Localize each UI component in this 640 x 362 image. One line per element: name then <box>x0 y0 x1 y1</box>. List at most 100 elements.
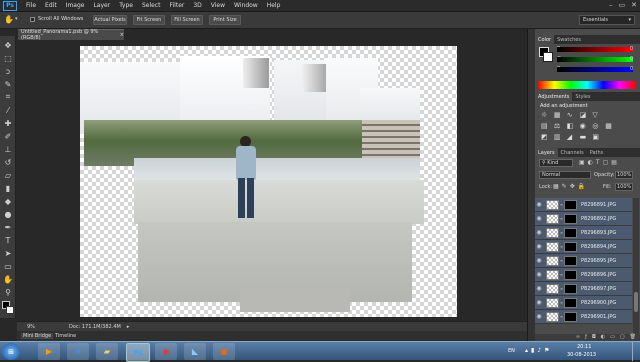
flag-icon[interactable]: ⚑ <box>544 347 552 354</box>
status-menu-icon[interactable]: ▸ <box>127 324 130 330</box>
layer-row[interactable]: ◉ ∞ P8296893.JPG <box>535 226 632 240</box>
minimize-button[interactable]: – <box>609 1 613 9</box>
opacity-input[interactable]: 100% <box>615 171 634 179</box>
add-mask-icon[interactable]: ◘ <box>592 334 596 341</box>
layer-mask-thumbnail[interactable] <box>564 241 577 252</box>
bw-icon[interactable]: ◧ <box>567 122 580 130</box>
g-value[interactable]: 0 <box>630 56 633 62</box>
crop-tool-icon[interactable]: ⌗ <box>3 92 13 102</box>
panorama-canvas[interactable] <box>80 46 457 317</box>
workspace-select[interactable]: Essentials ▾ <box>579 15 635 25</box>
background-color-swatch[interactable] <box>543 52 553 62</box>
visibility-eye-icon[interactable]: ◉ <box>535 243 543 250</box>
menu-type[interactable]: Type <box>119 2 133 9</box>
g-slider[interactable] <box>557 57 633 62</box>
lasso-tool-icon[interactable]: ↄ <box>3 66 13 76</box>
scrollbar-thumb[interactable] <box>634 292 638 312</box>
visibility-eye-icon[interactable]: ◉ <box>535 271 543 278</box>
color-lookup-icon[interactable]: ▦ <box>605 122 618 130</box>
tab-styles[interactable]: Styles <box>572 92 593 101</box>
blend-mode-select[interactable]: Normal <box>539 171 591 179</box>
layer-mask-thumbnail[interactable] <box>564 213 577 224</box>
layer-row[interactable]: ◉ ∞ P8296892.JPG <box>535 212 632 226</box>
type-filter-icon[interactable]: T <box>596 159 603 166</box>
trash-icon[interactable]: 🗑 <box>630 334 636 341</box>
menu-view[interactable]: View <box>211 2 225 9</box>
levels-icon[interactable]: ▦ <box>554 111 567 119</box>
photo-filter-icon[interactable]: ◉ <box>580 122 593 130</box>
taskbar-media-player[interactable]: ▶ <box>38 343 60 360</box>
pixel-filter-icon[interactable]: ▣ <box>579 159 588 166</box>
visibility-eye-icon[interactable]: ◉ <box>535 201 543 208</box>
document-tab[interactable]: Untitled_Panorama1.psb @ 9% (RGB/8) × <box>18 29 124 41</box>
tab-color[interactable]: Color <box>535 35 555 44</box>
eyedropper-tool-icon[interactable]: ⁄ <box>3 105 13 115</box>
tab-layers[interactable]: Layers <box>535 148 558 157</box>
blur-tool-icon[interactable]: ◆ <box>3 196 13 206</box>
gradient-map-icon[interactable]: ▬ <box>580 133 593 141</box>
taskbar-office[interactable]: ▣ <box>213 343 235 360</box>
lock-transparency-icon[interactable]: ▦ <box>553 183 562 190</box>
vibrance-icon[interactable]: ▽ <box>592 111 605 119</box>
dodge-tool-icon[interactable]: ● <box>3 209 13 219</box>
hand-tool-icon[interactable]: ✋ <box>3 274 13 284</box>
gradient-tool-icon[interactable]: ▮ <box>3 183 13 193</box>
visibility-eye-icon[interactable]: ◉ <box>535 313 543 320</box>
marquee-tool-icon[interactable]: ⬚ <box>3 53 13 63</box>
healing-tool-icon[interactable]: ✚ <box>3 118 13 128</box>
layer-mask-thumbnail[interactable] <box>564 297 577 308</box>
hue-sat-icon[interactable]: ▤ <box>541 122 554 130</box>
taskbar-notes[interactable]: ◣ <box>184 343 206 360</box>
new-group-icon[interactable]: ▭ <box>610 334 615 341</box>
tab-swatches[interactable]: Swatches <box>554 35 584 44</box>
r-value[interactable]: 0 <box>630 46 633 52</box>
taskbar-chrome[interactable]: ◉ <box>155 343 177 360</box>
b-value[interactable]: 0 <box>630 66 633 72</box>
shape-filter-icon[interactable]: ▢ <box>603 159 612 166</box>
new-adjustment-icon[interactable]: ◐ <box>601 334 605 341</box>
tab-paths[interactable]: Paths <box>587 148 607 157</box>
tab-mini-bridge[interactable]: Mini Bridge <box>21 333 54 339</box>
visibility-eye-icon[interactable]: ◉ <box>535 299 543 306</box>
print-size-button[interactable]: Print Size <box>209 15 241 25</box>
lock-position-icon[interactable]: ✥ <box>570 183 578 190</box>
layer-mask-thumbnail[interactable] <box>564 283 577 294</box>
restore-button[interactable]: ▭ <box>619 1 626 9</box>
fx-icon[interactable]: ƒ <box>585 334 587 341</box>
menu-help[interactable]: Help <box>267 2 281 9</box>
pen-tool-icon[interactable]: ✒ <box>3 222 13 232</box>
layer-row[interactable]: ◉ ∞ P8296894.JPG <box>535 240 632 254</box>
menu-layer[interactable]: Layer <box>93 2 110 9</box>
start-button[interactable]: ⊞ <box>2 343 20 360</box>
scroll-all-checkbox[interactable] <box>30 17 35 22</box>
link-layers-icon[interactable]: ∞ <box>576 334 580 341</box>
lock-pixels-icon[interactable]: ✎ <box>562 183 570 190</box>
layer-mask-thumbnail[interactable] <box>564 199 577 210</box>
zoom-tool-icon[interactable]: ⚲ <box>3 287 13 297</box>
layer-row[interactable]: ◉ ∞ P8296896.JPG <box>535 268 632 282</box>
invert-icon[interactable]: ◩ <box>541 133 554 141</box>
tool-preset-chevron-icon[interactable]: ▾ <box>15 16 18 22</box>
clock-date[interactable]: 30-08-2013 <box>567 352 596 358</box>
selective-color-icon[interactable]: ▣ <box>592 133 605 141</box>
tab-adjustments[interactable]: Adjustments <box>535 92 573 101</box>
shape-tool-icon[interactable]: ▭ <box>3 261 13 271</box>
menu-select[interactable]: Select <box>142 2 161 9</box>
menu-filter[interactable]: Filter <box>170 2 185 9</box>
layer-filter-select[interactable]: ⚲ Kind <box>539 159 573 167</box>
layer-row[interactable]: ◉ ∞ P8296901.JPG <box>535 310 632 324</box>
layer-mask-thumbnail[interactable] <box>564 255 577 266</box>
zoom-level[interactable]: 9% <box>27 324 35 330</box>
type-tool-icon[interactable]: T <box>3 235 13 245</box>
visibility-eye-icon[interactable]: ◉ <box>535 215 543 222</box>
lock-all-icon[interactable]: 🔒 <box>578 183 588 190</box>
brush-tool-icon[interactable]: ✐ <box>3 131 13 141</box>
fill-input[interactable]: 100% <box>615 183 634 191</box>
threshold-icon[interactable]: ◢ <box>567 133 580 141</box>
taskbar-files[interactable]: ▰ <box>96 343 118 360</box>
quick-select-tool-icon[interactable]: ✎ <box>3 79 13 89</box>
menu-window[interactable]: Window <box>234 2 258 9</box>
visibility-eye-icon[interactable]: ◉ <box>535 285 543 292</box>
eraser-tool-icon[interactable]: ▱ <box>3 170 13 180</box>
clock-time[interactable]: 20:11 <box>577 344 591 350</box>
